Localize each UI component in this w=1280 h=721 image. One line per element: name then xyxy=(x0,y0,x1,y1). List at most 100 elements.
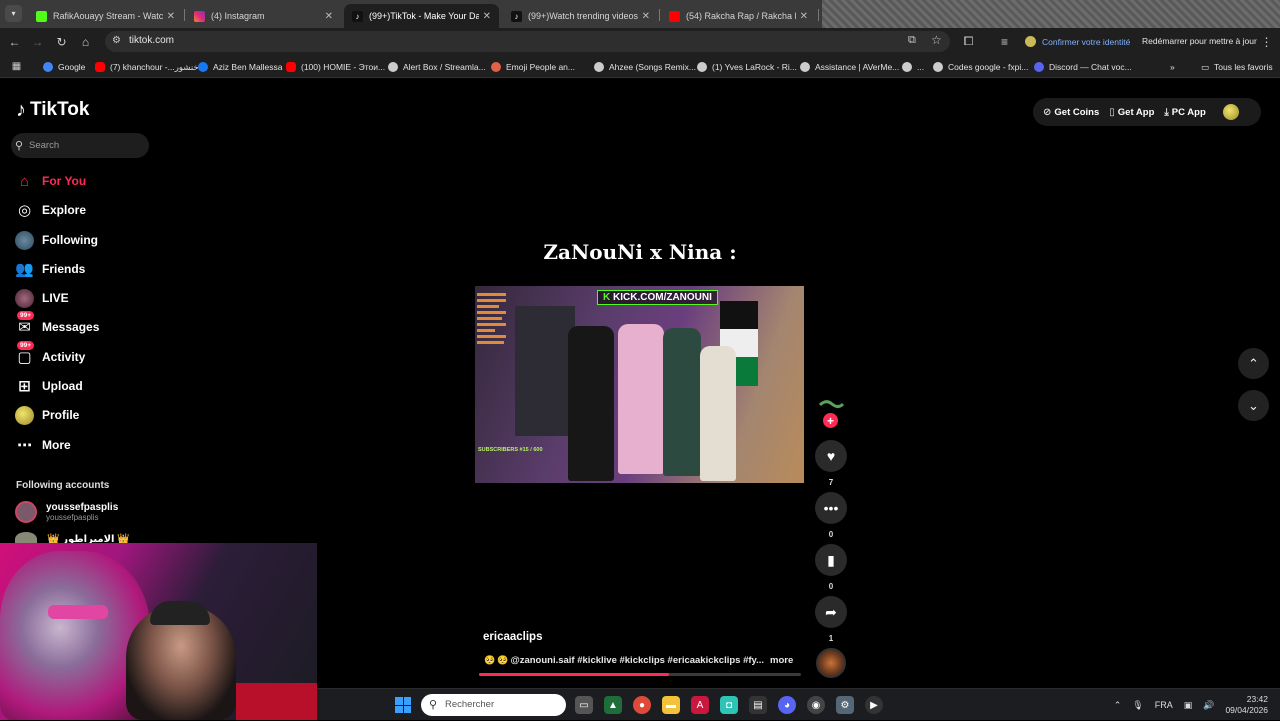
browser-tab[interactable]: (4) Instagram ✕ xyxy=(186,4,341,28)
browser-tab[interactable]: RafikAouayy Stream - Watch L ✕ xyxy=(28,4,183,28)
tab-title: (4) Instagram xyxy=(211,11,265,21)
creator-avatar[interactable] xyxy=(818,395,845,415)
adobe-icon[interactable]: A xyxy=(691,696,709,714)
windows-start-icon[interactable] xyxy=(395,697,411,713)
nav-upload[interactable]: ⊞ Upload xyxy=(15,376,82,396)
browser-tab[interactable]: (54) Rakcha Rap / Rakcha Prod ✕ xyxy=(661,4,816,28)
close-tab-icon[interactable]: ✕ xyxy=(483,11,491,22)
bookmark-item[interactable]: Codes google - fxpi... xyxy=(933,60,1028,74)
bookmark-item[interactable]: Ahzee (Songs Remix... xyxy=(594,60,696,74)
tab-search-menu-button[interactable]: ▾ xyxy=(5,5,22,22)
bookmark-item[interactable]: Assistance | AVerMe... xyxy=(800,60,899,74)
comment-icon[interactable]: ••• xyxy=(815,492,847,524)
forward-arrow-icon[interactable]: → xyxy=(29,33,46,50)
comment-action[interactable]: ••• 0 xyxy=(815,492,847,539)
file-explorer-icon[interactable]: ▬ xyxy=(662,696,680,714)
bookmark-item[interactable]: (100) HOMIE - Этои... xyxy=(286,60,385,74)
apps-grid-icon[interactable]: ▦ xyxy=(8,58,25,75)
address-bar[interactable]: ⚙ tiktok.com ⧉ ☆ xyxy=(105,31,950,52)
close-tab-icon[interactable]: ✕ xyxy=(325,11,333,22)
restart-to-update-button[interactable]: Redémarrer pour mettre à jour xyxy=(1142,31,1257,52)
microphone-icon[interactable]: 🎙 xyxy=(1132,700,1143,711)
bookmark-item[interactable]: Emoji People an... xyxy=(491,60,575,74)
app-icon[interactable]: ▤ xyxy=(749,696,767,714)
site-info-icon[interactable]: ⚙ xyxy=(112,35,121,46)
language-indicator[interactable]: FRA xyxy=(1155,700,1173,710)
bookmark-icon[interactable]: ▮ xyxy=(815,544,847,576)
music-disc-icon[interactable] xyxy=(816,648,846,678)
app-icon[interactable]: ◘ xyxy=(720,696,738,714)
video-author[interactable]: ericaaclips xyxy=(483,631,542,643)
previous-video-button[interactable]: ⌃ xyxy=(1238,348,1269,379)
clock[interactable]: 23:42 09/04/2026 xyxy=(1225,694,1268,716)
settings-icon[interactable]: ⚙ xyxy=(836,696,854,714)
more-bookmarks-icon[interactable]: » xyxy=(1170,60,1175,74)
chrome-icon[interactable]: ● xyxy=(633,696,651,714)
browser-tab[interactable]: ♪ (99+)Watch trending videos fo ✕ xyxy=(503,4,658,28)
browser-menu-icon[interactable]: ⋮ xyxy=(1258,33,1275,50)
network-icon[interactable]: ▣ xyxy=(1184,700,1193,711)
follow-plus-button[interactable]: + xyxy=(823,413,838,428)
bookmark-item[interactable]: (1) Yves LaRock - Ri... xyxy=(697,60,797,74)
identity-prompt[interactable]: Confirmer votre identité xyxy=(1025,31,1130,52)
nav-profile[interactable]: Profile xyxy=(15,405,79,425)
close-tab-icon[interactable]: ✕ xyxy=(167,11,175,22)
bookmark-item[interactable]: Google xyxy=(43,60,85,74)
home-icon[interactable]: ⌂ xyxy=(77,33,94,50)
nav-friends[interactable]: 👥 Friends xyxy=(15,259,85,279)
video-progress-bar[interactable] xyxy=(479,673,801,676)
discord-icon[interactable]: ◕ xyxy=(778,696,796,714)
like-action[interactable]: ♥ 7 xyxy=(815,440,847,487)
bookmark-item[interactable]: ... xyxy=(902,60,924,74)
share-icon[interactable]: ➦ xyxy=(815,596,847,628)
taskbar-search-input[interactable]: ⚲ Rechercher xyxy=(421,694,566,716)
all-bookmarks-folder[interactable]: ▭ Tous les favoris xyxy=(1201,60,1273,74)
volume-icon[interactable]: 🔊 xyxy=(1203,700,1214,711)
nav-live[interactable]: LIVE xyxy=(15,288,69,308)
coin-icon: ⊘ xyxy=(1043,106,1052,118)
nav-following[interactable]: Following xyxy=(15,230,98,250)
get-app-button[interactable]: ▯ Get App xyxy=(1109,107,1154,118)
video-player[interactable]: K KICK.COM/ZANOUNI SUBSCRIBERS #15 / 600 xyxy=(475,286,804,483)
search-input[interactable]: ⚲ Search xyxy=(11,133,149,158)
close-tab-icon[interactable]: ✕ xyxy=(800,11,808,22)
bookmark-item[interactable]: (7) khanchour -...خنشور xyxy=(95,60,199,74)
nav-explore[interactable]: ◎ Explore xyxy=(15,200,86,220)
more-link[interactable]: more xyxy=(770,655,793,666)
app-icon[interactable]: ▲ xyxy=(604,696,622,714)
pc-app-button[interactable]: ⤓ PC App xyxy=(1164,107,1205,118)
bookmark-item[interactable]: Aziz Ben Mallessa xyxy=(198,60,282,74)
nav-more[interactable]: ⋯ More xyxy=(15,435,71,455)
close-tab-icon[interactable]: ✕ xyxy=(642,11,650,22)
tab-title: (54) Rakcha Rap / Rakcha Prod xyxy=(686,11,796,21)
extensions-icon[interactable]: ⧠ xyxy=(960,33,977,50)
media-player-icon[interactable]: ▶ xyxy=(865,696,883,714)
bookmark-star-icon[interactable]: ☆ xyxy=(931,33,942,47)
media-control-icon[interactable]: ≡ xyxy=(996,33,1013,50)
next-video-button[interactable]: ⌄ xyxy=(1238,390,1269,421)
get-coins-button[interactable]: ⊘ Get Coins xyxy=(1043,107,1099,118)
back-arrow-icon[interactable]: ← xyxy=(6,33,23,50)
bookmark-item[interactable]: Discord — Chat voc... xyxy=(1034,60,1132,74)
heart-icon[interactable]: ♥ xyxy=(815,440,847,472)
install-app-icon[interactable]: ⧉ xyxy=(908,34,916,47)
obs-icon[interactable]: ◉ xyxy=(807,696,825,714)
user-avatar[interactable] xyxy=(1222,104,1239,120)
task-view-icon[interactable]: ▭ xyxy=(575,696,593,714)
video-title: ZaNouNi x Nina : xyxy=(543,240,737,264)
globe-icon xyxy=(388,62,398,72)
system-tray: ⌃ 🎙 FRA ▣ 🔊 23:42 09/04/2026 xyxy=(1114,689,1280,721)
reload-icon[interactable]: ↻ xyxy=(53,33,70,50)
nav-messages[interactable]: ✉ 99+ Messages xyxy=(15,310,99,337)
bookmark-item[interactable]: Alert Box / Streamla... xyxy=(388,60,486,74)
compass-icon: ◎ xyxy=(17,202,32,219)
nav-for-you[interactable]: ⌂ For You xyxy=(15,171,86,191)
following-account-item[interactable]: youssefpasplis youssefpasplis xyxy=(15,501,118,523)
nav-activity[interactable]: ▢ 99+ Activity xyxy=(15,340,85,367)
save-action[interactable]: ▮ 0 xyxy=(815,544,847,591)
share-action[interactable]: ➦ 1 xyxy=(815,596,847,643)
browser-tab-active[interactable]: ♪ (99+)TikTok - Make Your Day ✕ xyxy=(344,4,499,28)
tray-chevron-icon[interactable]: ⌃ xyxy=(1114,700,1122,711)
tiktok-logo[interactable]: ♪ TikTok xyxy=(16,98,89,122)
activity-icon: ▢ 99+ xyxy=(15,340,35,367)
